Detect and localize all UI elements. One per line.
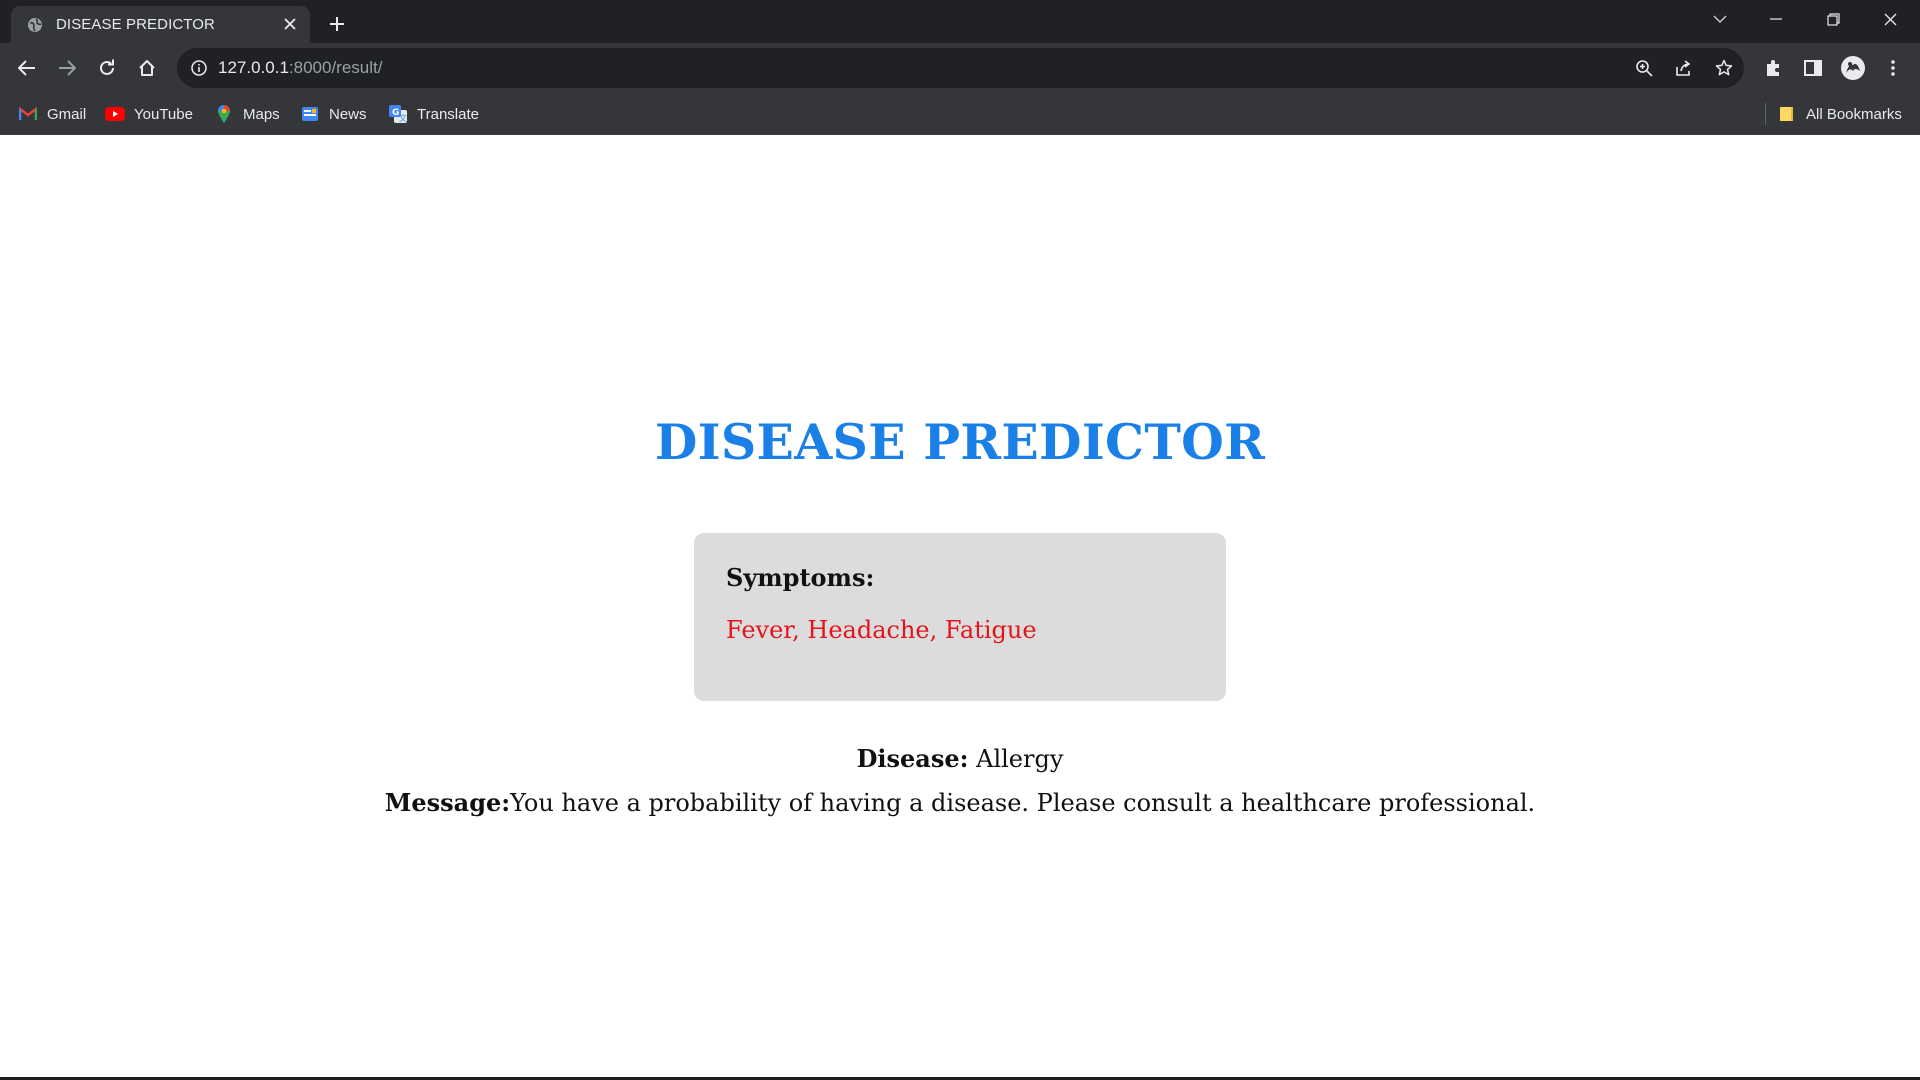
back-arrow-icon[interactable] — [11, 52, 43, 84]
bookmarks-bar: Gmail YouTube Maps News G文 Translate All… — [0, 93, 1920, 135]
browser-tab[interactable]: DISEASE PREDICTOR — [11, 6, 310, 43]
forward-arrow-icon[interactable] — [51, 52, 83, 84]
all-bookmarks-label: All Bookmarks — [1806, 105, 1902, 123]
site-info-icon[interactable] — [188, 57, 210, 79]
youtube-icon — [105, 104, 125, 124]
bookmark-label: YouTube — [134, 105, 193, 123]
symptoms-heading: Symptoms: — [726, 563, 875, 592]
new-tab-button[interactable] — [322, 9, 352, 39]
url-text: 127.0.0.1:8000/result/ — [218, 58, 382, 78]
side-panel-icon[interactable] — [1797, 52, 1829, 84]
bookmark-news[interactable]: News — [300, 93, 367, 135]
restore-window-icon[interactable] — [1805, 0, 1861, 38]
bookmark-label: Translate — [417, 105, 479, 123]
maps-icon — [214, 104, 234, 124]
disease-value: Allergy — [968, 745, 1064, 773]
message-result: Message:You have a probability of having… — [0, 788, 1920, 817]
bookmark-label: News — [329, 105, 367, 123]
address-bar-actions — [1624, 48, 1744, 88]
bookmark-youtube[interactable]: YouTube — [105, 93, 193, 135]
bookmark-translate[interactable]: G文 Translate — [388, 93, 479, 135]
tab-title: DISEASE PREDICTOR — [56, 16, 215, 33]
bookmark-maps[interactable]: Maps — [214, 93, 280, 135]
message-label: Message: — [384, 788, 511, 817]
page-title: DISEASE PREDICTOR — [654, 413, 1266, 471]
translate-icon: G文 — [388, 104, 408, 124]
disease-result: Disease: Allergy — [0, 744, 1920, 773]
symptoms-card: Symptoms: Fever, Headache, Fatigue — [694, 533, 1226, 701]
folder-icon — [1777, 104, 1797, 124]
extensions-puzzle-icon[interactable] — [1757, 52, 1789, 84]
zoom-icon[interactable] — [1624, 48, 1664, 88]
close-window-icon[interactable] — [1862, 0, 1918, 38]
bookmark-label: Maps — [243, 105, 280, 123]
profile-avatar[interactable] — [1837, 52, 1869, 84]
url-path: :8000/result/ — [288, 58, 383, 77]
home-icon[interactable] — [131, 52, 163, 84]
browser-tabstrip: DISEASE PREDICTOR — [0, 0, 1920, 43]
address-bar[interactable]: 127.0.0.1:8000/result/ — [177, 48, 1744, 88]
gmail-icon — [18, 104, 38, 124]
symptoms-list: Fever, Headache, Fatigue — [726, 616, 1037, 644]
bookmark-gmail[interactable]: Gmail — [18, 93, 86, 135]
bookmarks-divider — [1765, 103, 1766, 125]
minimize-icon[interactable] — [1748, 0, 1804, 38]
url-host: 127.0.0.1 — [218, 58, 289, 77]
disease-label: Disease: — [856, 744, 969, 773]
svg-text:文: 文 — [399, 113, 407, 123]
bookmark-star-icon[interactable] — [1704, 48, 1744, 88]
share-icon[interactable] — [1664, 48, 1704, 88]
reload-icon[interactable] — [91, 52, 123, 84]
browser-menu-icon[interactable] — [1877, 52, 1909, 84]
tab-search-chevron-down-icon[interactable] — [1692, 0, 1748, 38]
close-tab-icon[interactable] — [280, 14, 300, 34]
page-content: DISEASE PREDICTOR Symptoms: Fever, Heada… — [0, 135, 1920, 1080]
message-value: You have a probability of having a disea… — [510, 789, 1536, 817]
bookmark-label: Gmail — [47, 105, 87, 123]
all-bookmarks-button[interactable]: All Bookmarks — [1777, 93, 1902, 135]
news-icon — [300, 104, 320, 124]
browser-toolbar: 127.0.0.1:8000/result/ — [0, 43, 1920, 93]
globe-icon — [26, 16, 44, 34]
